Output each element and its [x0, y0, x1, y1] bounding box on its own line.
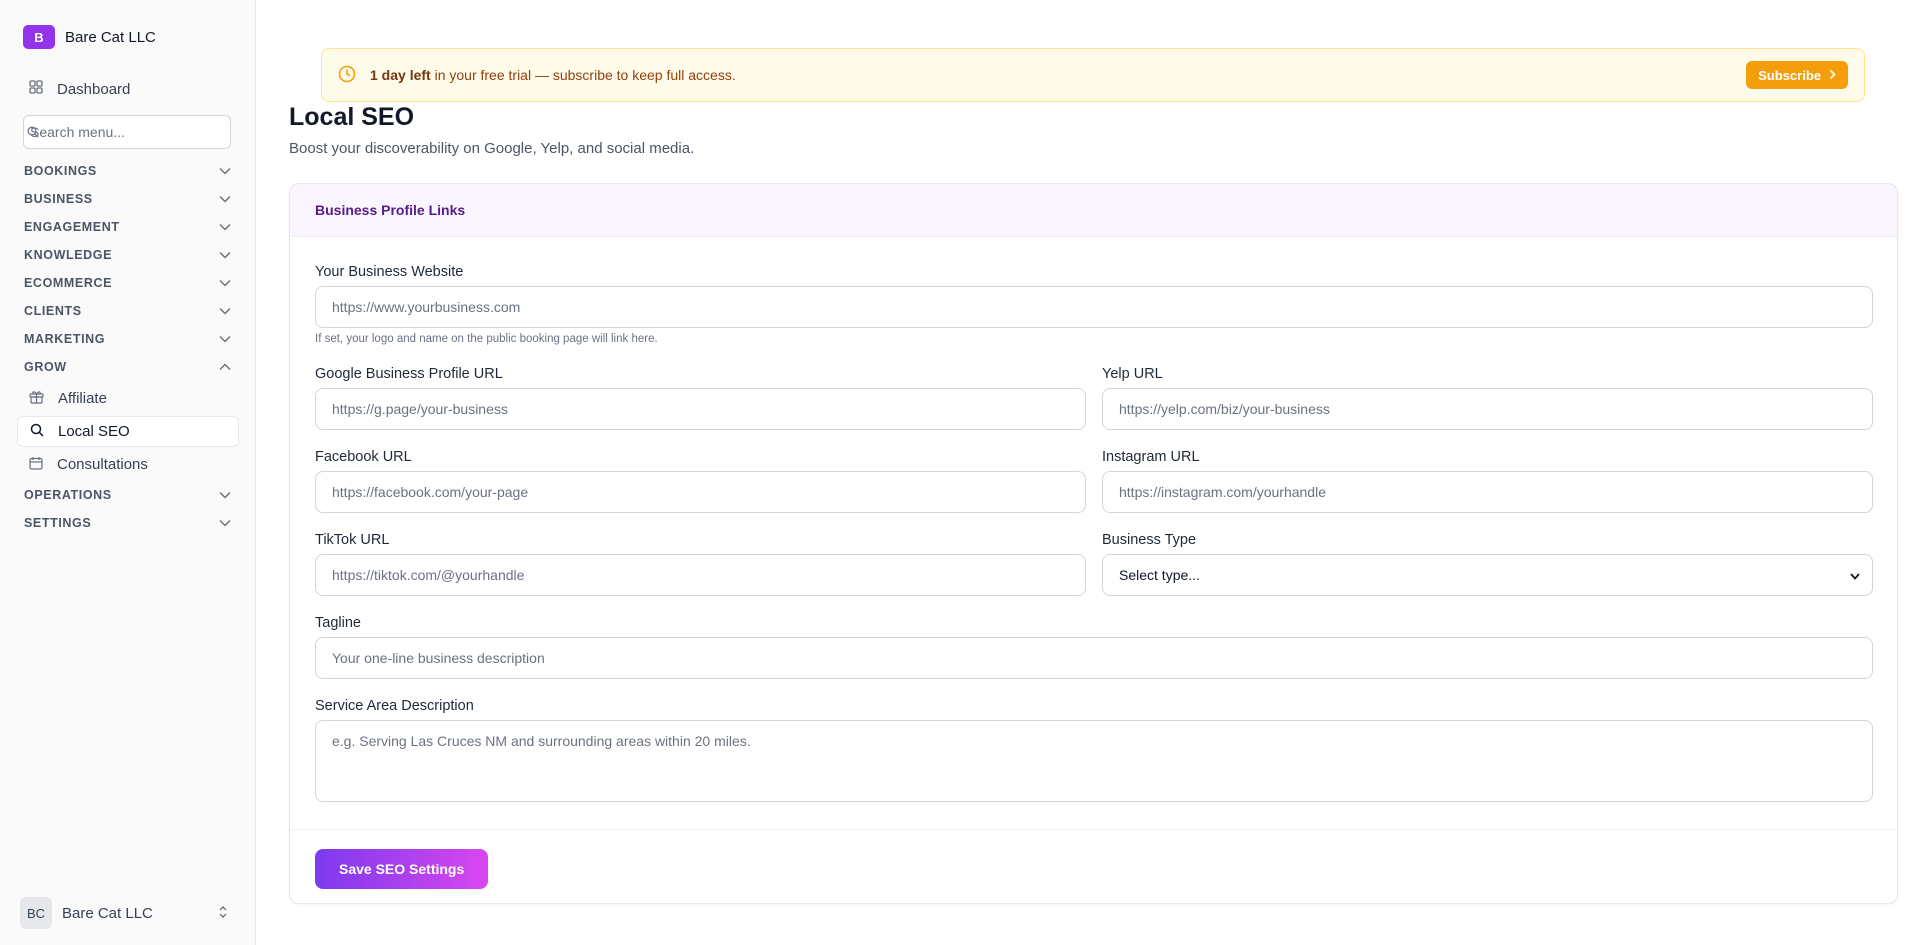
page-subtitle: Boost your discoverability on Google, Ye… — [289, 140, 695, 157]
section-label: SETTINGS — [24, 516, 92, 530]
section-label: GROW — [24, 360, 67, 374]
instagram-label: Instagram URL — [1102, 449, 1200, 465]
sidebar-item-dashboard[interactable]: Dashboard — [29, 80, 130, 98]
trial-banner: 1 day left in your free trial — subscrib… — [321, 48, 1865, 102]
account-name: Bare Cat LLC — [62, 904, 153, 922]
section-business[interactable]: BUSINESS — [24, 188, 232, 210]
section-ecommerce[interactable]: ECOMMERCE — [24, 272, 232, 294]
chevron-up-icon — [218, 360, 232, 374]
search-icon — [30, 423, 44, 441]
tagline-field — [315, 637, 1873, 679]
section-settings[interactable]: SETTINGS — [24, 512, 232, 534]
section-engagement[interactable]: ENGAGEMENT — [24, 216, 232, 238]
chevron-down-icon — [218, 304, 232, 318]
chevron-down-icon — [218, 220, 232, 234]
trial-message: 1 day left in your free trial — subscrib… — [370, 67, 1746, 83]
tagline-input[interactable] — [332, 650, 1872, 666]
instagram-field — [1102, 471, 1873, 513]
section-bookings[interactable]: BOOKINGS — [24, 160, 232, 182]
sidebar-item-local-seo[interactable]: Local SEO — [17, 416, 239, 447]
service-area-textarea[interactable] — [332, 721, 1872, 801]
search-menu-input[interactable] — [28, 124, 230, 140]
section-label: ENGAGEMENT — [24, 220, 120, 234]
section-label: BUSINESS — [24, 192, 93, 206]
grid-icon — [29, 80, 43, 98]
section-grow[interactable]: GROW — [24, 356, 232, 378]
chevron-down-icon — [218, 516, 232, 530]
website-label: Your Business Website — [315, 264, 464, 280]
sidebar-item-label: Consultations — [57, 456, 148, 473]
sidebar-item-label: Dashboard — [57, 80, 131, 98]
tagline-label: Tagline — [315, 615, 361, 631]
sidebar-item-consultations[interactable]: Consultations — [17, 449, 239, 480]
chevron-down-icon — [218, 248, 232, 262]
facebook-field — [315, 471, 1086, 513]
google-label: Google Business Profile URL — [315, 366, 503, 382]
sidebar-item-affiliate[interactable]: Affiliate — [17, 383, 239, 414]
search-menu-field — [23, 115, 231, 149]
yelp-input[interactable] — [1119, 401, 1872, 417]
trial-days-left: 1 day left — [370, 67, 431, 83]
sidebar: B Bare Cat LLC Dashboard BOOKINGS BUSINE… — [0, 0, 256, 945]
website-field — [315, 286, 1873, 328]
chevron-down-icon — [1850, 567, 1860, 583]
card-title: Business Profile Links — [290, 184, 1897, 237]
tiktok-input[interactable] — [332, 567, 1085, 583]
facebook-input[interactable] — [332, 484, 1085, 500]
yelp-label: Yelp URL — [1102, 366, 1163, 382]
business-type-select[interactable]: Select type... — [1102, 554, 1873, 596]
sidebar-item-label: Affiliate — [58, 390, 107, 407]
section-label: OPERATIONS — [24, 488, 112, 502]
section-clients[interactable]: CLIENTS — [24, 300, 232, 322]
gift-icon — [29, 390, 44, 408]
service-area-field — [315, 720, 1873, 802]
trial-message-text: in your free trial — subscribe to keep f… — [430, 67, 736, 83]
chevron-down-icon — [218, 276, 232, 290]
brand[interactable]: B Bare Cat LLC — [23, 25, 156, 49]
tiktok-field — [315, 554, 1086, 596]
section-knowledge[interactable]: KNOWLEDGE — [24, 244, 232, 266]
tiktok-label: TikTok URL — [315, 532, 390, 548]
google-field — [315, 388, 1086, 430]
chevron-up-down-icon — [218, 905, 228, 922]
sidebar-item-label: Local SEO — [58, 423, 130, 440]
instagram-input[interactable] — [1119, 484, 1872, 500]
business-profile-card: Business Profile Links Your Business Web… — [289, 183, 1898, 904]
facebook-label: Facebook URL — [315, 449, 412, 465]
service-area-label: Service Area Description — [315, 698, 474, 714]
section-marketing[interactable]: MARKETING — [24, 328, 232, 350]
business-type-label: Business Type — [1102, 532, 1197, 548]
section-label: BOOKINGS — [24, 164, 97, 178]
chevron-down-icon — [218, 488, 232, 502]
chevron-down-icon — [218, 192, 232, 206]
account-switcher[interactable]: BC Bare Cat LLC — [20, 897, 228, 929]
section-label: KNOWLEDGE — [24, 248, 113, 262]
yelp-field — [1102, 388, 1873, 430]
card-footer-divider — [290, 829, 1897, 830]
section-label: CLIENTS — [24, 304, 82, 318]
subscribe-button[interactable]: Subscribe — [1746, 61, 1848, 89]
calendar-icon — [29, 456, 43, 474]
chevron-down-icon — [218, 164, 232, 178]
save-seo-settings-button[interactable]: Save SEO Settings — [315, 849, 489, 889]
business-type-value: Select type... — [1119, 567, 1200, 583]
website-help-text: If set, your logo and name on the public… — [315, 333, 658, 345]
section-operations[interactable]: OPERATIONS — [24, 484, 232, 506]
website-input[interactable] — [332, 299, 1872, 315]
subscribe-label: Subscribe — [1758, 67, 1821, 83]
section-label: ECOMMERCE — [24, 276, 113, 290]
brand-logo: B — [23, 25, 55, 49]
chevron-down-icon — [218, 332, 232, 346]
brand-name: Bare Cat LLC — [65, 28, 156, 46]
search-icon — [27, 125, 39, 141]
clock-icon — [338, 65, 356, 86]
google-input[interactable] — [332, 401, 1085, 417]
avatar: BC — [20, 897, 52, 929]
chevron-right-icon — [1829, 68, 1836, 83]
page-title: Local SEO — [289, 103, 415, 131]
section-label: MARKETING — [24, 332, 106, 346]
